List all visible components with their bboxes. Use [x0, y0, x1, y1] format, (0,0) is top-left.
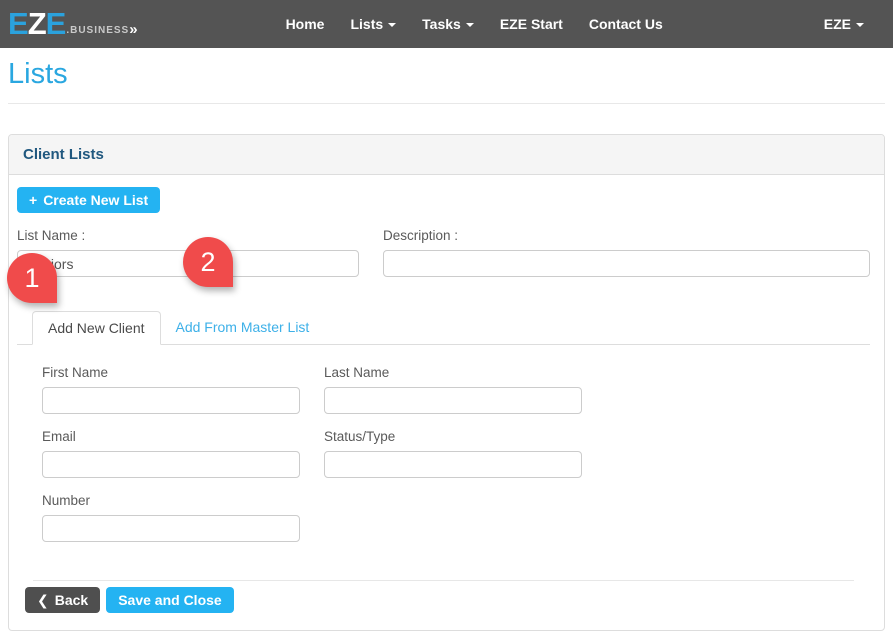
caret-down-icon [466, 23, 474, 27]
back-button-label: Back [55, 593, 88, 607]
client-lists-panel: Client Lists + Create New List List Name… [8, 134, 885, 631]
number-label: Number [42, 493, 300, 508]
email-label: Email [42, 429, 300, 444]
caret-down-icon [388, 23, 396, 27]
brand-suffix: .BUSINESS [66, 25, 129, 38]
number-input[interactable] [42, 515, 300, 542]
title-divider [8, 103, 885, 104]
account-menu-eze[interactable]: EZE [811, 16, 877, 32]
chevron-left-icon: ❮ [37, 593, 49, 607]
email-input[interactable] [42, 451, 300, 478]
save-and-close-button[interactable]: Save and Close [106, 587, 234, 613]
page-title: Lists [8, 58, 885, 91]
description-group: Description : [383, 228, 870, 277]
email-group: Email [42, 429, 300, 478]
last-name-input[interactable] [324, 387, 582, 414]
list-meta-form: List Name : Description : [17, 228, 870, 277]
brand-wordmark: EZE [8, 10, 65, 38]
back-button[interactable]: ❮ Back [25, 587, 100, 613]
create-new-list-button[interactable]: + Create New List [17, 187, 160, 213]
first-name-label: First Name [42, 365, 300, 380]
annotation-marker-1: 1 [7, 253, 57, 303]
description-input[interactable] [383, 250, 870, 277]
tab-add-new-client[interactable]: Add New Client [32, 311, 161, 345]
tab-add-from-master-list[interactable]: Add From Master List [161, 311, 325, 344]
panel-footer: ❮ Back Save and Close [17, 581, 870, 613]
caret-down-icon [856, 23, 864, 27]
add-new-client-tab-content: First Name Last Name Email Status/Type [17, 345, 870, 542]
client-tabs: Add New Client Add From Master List [17, 311, 870, 345]
plus-icon: + [29, 193, 37, 207]
panel-body: + Create New List List Name : Descriptio… [9, 175, 884, 613]
first-name-group: First Name [42, 365, 300, 414]
nav-item-home[interactable]: Home [273, 0, 338, 48]
last-name-label: Last Name [324, 365, 582, 380]
navbar-menu: Home Lists Tasks EZE Start Contact Us [273, 0, 676, 48]
first-name-input[interactable] [42, 387, 300, 414]
nav-item-lists[interactable]: Lists [337, 0, 409, 48]
client-form: First Name Last Name Email Status/Type [42, 365, 870, 542]
description-label: Description : [383, 228, 870, 243]
status-type-label: Status/Type [324, 429, 582, 444]
status-type-input[interactable] [324, 451, 582, 478]
page-content: Lists Client Lists + Create New List Lis… [0, 58, 893, 631]
double-chevron-icon: » [129, 22, 137, 38]
save-and-close-label: Save and Close [118, 593, 222, 607]
nav-item-eze-start[interactable]: EZE Start [487, 0, 576, 48]
last-name-group: Last Name [324, 365, 582, 414]
nav-item-contact-us[interactable]: Contact Us [576, 0, 676, 48]
status-type-group: Status/Type [324, 429, 582, 478]
create-new-list-label: Create New List [43, 193, 148, 207]
list-name-label: List Name : [17, 228, 359, 243]
top-navbar: EZE .BUSINESS » Home Lists Tasks EZE Sta… [0, 0, 893, 48]
panel-heading: Client Lists [9, 135, 884, 175]
nav-item-tasks[interactable]: Tasks [409, 0, 487, 48]
navbar-account: EZE [811, 0, 893, 48]
number-group: Number [42, 493, 300, 542]
brand-logo[interactable]: EZE .BUSINESS » [0, 10, 138, 38]
annotation-marker-2: 2 [183, 237, 233, 287]
